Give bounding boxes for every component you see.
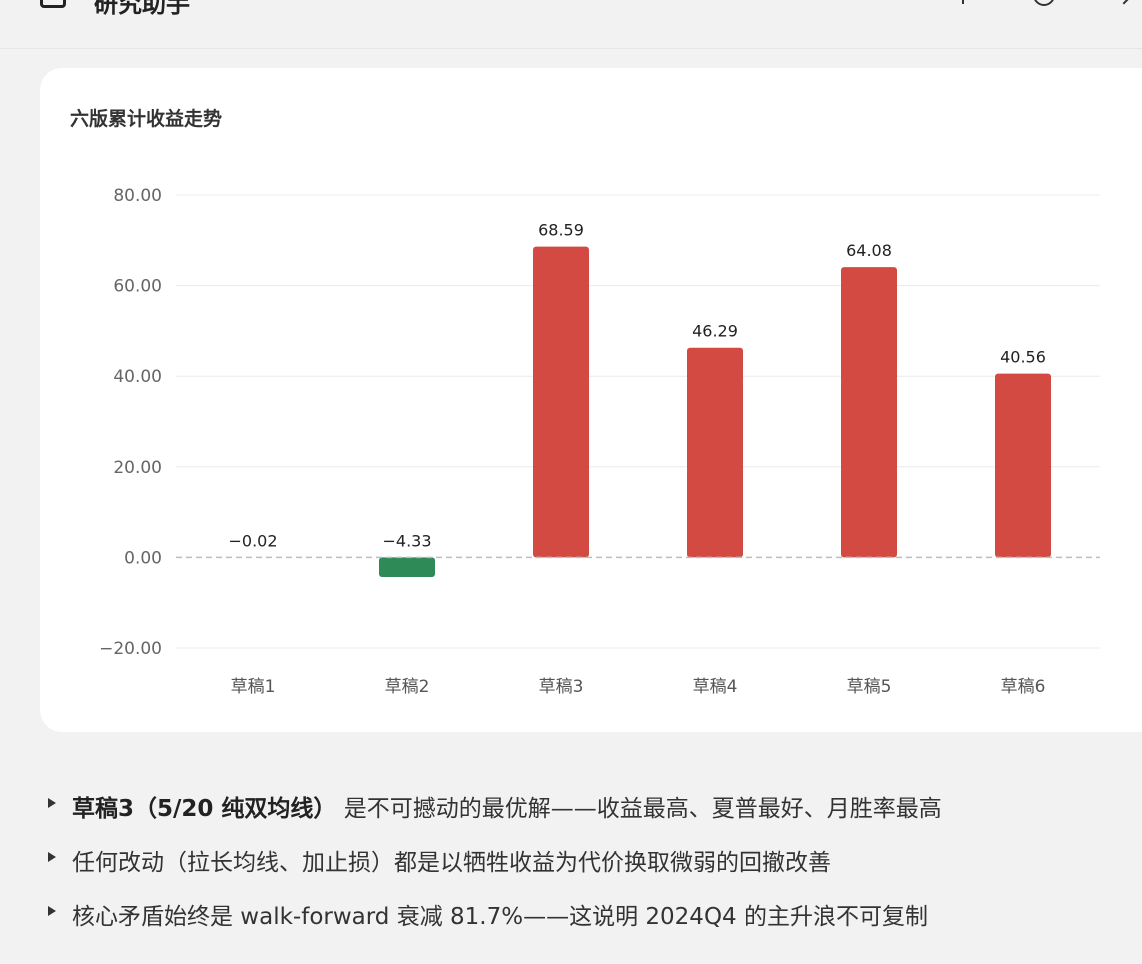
x-tick-label: 草稿4 [693,677,738,697]
y-tick-label: 20.00 [113,458,162,478]
bar [533,246,589,558]
y-tick-label: −20.00 [99,639,162,659]
list-item: 任何改动（拉长均线、加止损）都是以牺牲收益为代价换取微弱的回撤改善 [48,840,1128,894]
top-bar: 研究助手 [0,0,1142,49]
bar [841,267,897,558]
data-label: −0.02 [228,531,277,550]
bar [687,347,743,558]
x-tick-label: 草稿2 [385,677,430,697]
x-tick-label: 草稿3 [539,677,584,697]
bar-chart: 80.00 60.00 40.00 20.00 0.00 −20.00 −0.02 草稿1 −4… [99,186,1100,697]
summary-list: 草稿3（5/20 纯双均线） 是不可撼动的最优解——收益最高、夏普最好、月胜率最… [48,786,1128,948]
clock-icon[interactable] [1033,0,1055,6]
list-item: 核心矛盾始终是 walk-forward 衰减 81.7%——这说明 2024Q… [48,894,1128,948]
y-tick-label: 80.00 [113,186,162,206]
y-tick-label: 40.00 [113,367,162,387]
x-tick-label: 草稿6 [1001,677,1046,697]
bullet-text: 核心矛盾始终是 walk-forward 衰减 81.7%——这说明 2024Q… [72,904,928,930]
x-tick-label: 草稿5 [847,677,892,697]
bar [995,373,1051,558]
data-label: 68.59 [538,221,584,240]
bullet-text: 任何改动（拉长均线、加止损）都是以牺牲收益为代价换取微弱的回撤改善 [72,850,831,876]
data-label: 46.29 [692,322,738,341]
chart-card: 六版累计收益走势 80.00 60.00 40.00 20.00 0.00 −20.00−… [40,68,1142,732]
bullet-triangle-icon [48,852,56,862]
data-label: 40.56 [1000,348,1046,367]
data-label: −4.33 [382,531,431,550]
app-title: 研究助手 [94,0,190,18]
x-tick-label: 草稿1 [231,677,276,697]
list-item: 草稿3（5/20 纯双均线） 是不可撼动的最优解——收益最高、夏普最好、月胜率最… [48,786,1128,840]
document-icon[interactable] [40,0,66,8]
pin-icon[interactable] [962,0,964,4]
bullet-triangle-icon [48,906,56,916]
chevron-icon[interactable] [1115,0,1133,5]
data-label: 64.08 [846,241,892,260]
y-tick-label: 0.00 [124,548,162,568]
bullet-text: 是不可撼动的最优解——收益最高、夏普最好、月胜率最高 [343,796,942,822]
y-tick-label: 60.00 [113,277,162,297]
bar [379,557,435,578]
bullet-bold-text: 草稿3（5/20 纯双均线） [72,796,337,822]
bullet-triangle-icon [48,798,56,808]
